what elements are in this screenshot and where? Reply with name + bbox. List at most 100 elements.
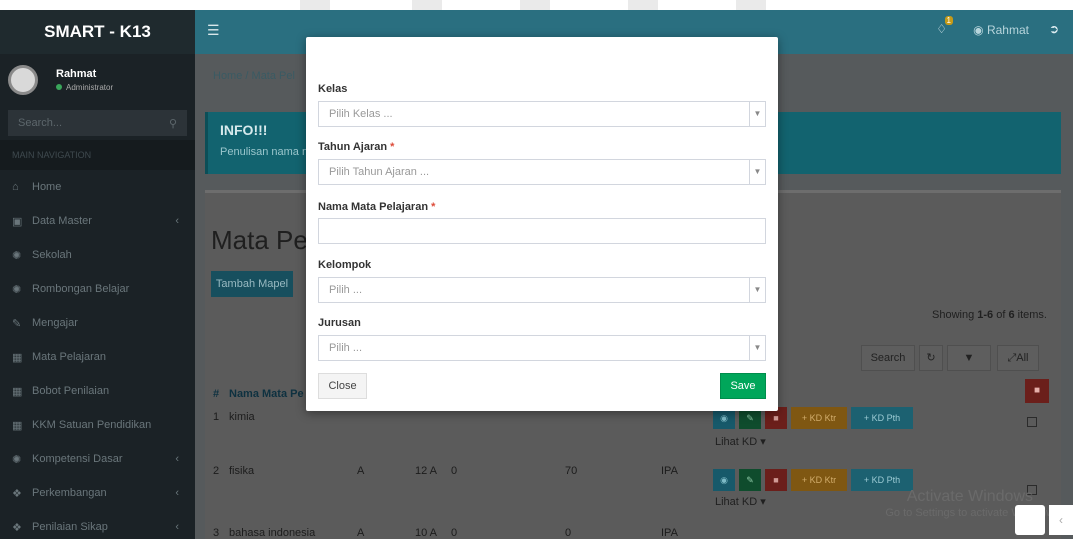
sidebar-search-input[interactable]: Search... ⚲: [8, 110, 187, 136]
strip-block: [300, 0, 330, 10]
row-checkbox[interactable]: [1027, 417, 1037, 427]
sidebar-user-name: Rahmat: [56, 68, 97, 80]
sidebar-item-kkm[interactable]: ▦ KKM Satuan Pendidikan: [0, 408, 195, 442]
row-name: kimia: [229, 411, 255, 423]
trash-icon[interactable]: ■: [765, 469, 787, 491]
show-all-button[interactable]: ⤢All: [997, 345, 1039, 371]
tahun-ajaran-select[interactable]: Pilih Tahun Ajaran ... ▼: [318, 159, 766, 185]
search-icon[interactable]: ⚲: [169, 117, 177, 130]
header-user-name: Rahmat: [986, 23, 1029, 37]
sidebar-item-sekolah[interactable]: ✺ Sekolah: [0, 238, 195, 272]
sidebar-item-label: Bobot Penilaian: [32, 385, 110, 397]
add-kd-pth-button[interactable]: + KD Pth: [851, 469, 913, 491]
search-placeholder: Search...: [18, 117, 63, 129]
strip-block: [520, 0, 550, 10]
sidebar-item-data-master[interactable]: ▣ Data Master ‹: [0, 204, 195, 238]
view-icon[interactable]: ◉: [713, 469, 735, 491]
export-icon[interactable]: ▼: [947, 345, 991, 371]
grid-search-button[interactable]: Search: [861, 345, 915, 371]
add-mapel-button[interactable]: Tambah Mapel: [211, 271, 293, 297]
edit-icon[interactable]: ✎: [739, 469, 761, 491]
logout-icon[interactable]: ➲: [1049, 22, 1059, 36]
nama-label-text: Nama Mata Pelajaran: [318, 201, 429, 213]
save-button[interactable]: Save: [720, 373, 766, 399]
sidebar-item-label: Mengajar: [32, 317, 78, 329]
gear-icon: ✺: [12, 283, 22, 296]
user-circle-icon: ◉: [973, 23, 984, 37]
sidebar-item-label: Kompetensi Dasar: [32, 453, 123, 465]
showing-suffix: items.: [1014, 309, 1047, 321]
kelas-select[interactable]: Pilih Kelas ... ▼: [318, 101, 766, 127]
sidebar-item-label: Penilaian Sikap: [32, 521, 108, 533]
kelompok-select[interactable]: Pilih ... ▼: [318, 277, 766, 303]
notification-badge: 1: [944, 16, 953, 25]
chevron-left-icon: ‹: [175, 453, 179, 465]
sidebar-item-label: Mata Pelajaran: [32, 351, 106, 363]
showing-summary: Showing 1-6 of 6 items.: [932, 309, 1047, 321]
row-nilai: 0: [451, 465, 458, 477]
col-header-name[interactable]: Nama Mata Pe: [229, 388, 304, 400]
strip-block: [628, 0, 658, 10]
kelompok-label: Kelompok: [318, 259, 372, 271]
browser-top-strip: [0, 0, 1073, 10]
refresh-icon[interactable]: ↻: [919, 345, 943, 371]
sidebar-item-mengajar[interactable]: ✎ Mengajar: [0, 306, 195, 340]
user-role: Administrator: [66, 83, 114, 92]
yii-debug-logo-icon[interactable]: [1015, 505, 1045, 535]
breadcrumb-home-link[interactable]: Home: [213, 70, 242, 82]
brand-logo[interactable]: SMART - K13: [0, 10, 195, 54]
sidebar-item-bobot-penilaian[interactable]: ▦ Bobot Penilaian: [0, 374, 195, 408]
add-kd-pth-button[interactable]: + KD Pth: [851, 407, 913, 429]
stats-icon: ❖: [12, 521, 22, 534]
sidebar-item-kompetensi-dasar[interactable]: ✺ Kompetensi Dasar ‹: [0, 442, 195, 476]
table-icon: ▦: [12, 351, 23, 364]
breadcrumb: Home / Mata Pel: [213, 70, 295, 82]
chevron-left-icon[interactable]: ‹: [1049, 505, 1073, 535]
lihat-kd-dropdown[interactable]: Lihat KD ▾: [715, 495, 766, 508]
row-num: 3: [213, 527, 220, 539]
tahun-label: Tahun Ajaran *: [318, 141, 394, 153]
sidebar-item-mata-pelajaran[interactable]: ▦ Mata Pelajaran: [0, 340, 195, 374]
expand-icon: ⤢: [1007, 352, 1017, 364]
header-user-menu[interactable]: ◉ Rahmat: [973, 23, 1029, 37]
sidebar-item-rombongan-belajar[interactable]: ✺ Rombongan Belajar: [0, 272, 195, 306]
strip-block: [736, 0, 766, 10]
showing-range: 1-6: [977, 309, 994, 321]
breadcrumb-current: Mata Pel: [251, 70, 295, 82]
showing-mid: of: [993, 309, 1009, 321]
close-button[interactable]: Close: [318, 373, 367, 399]
edit-icon: ✎: [12, 317, 22, 330]
row-num: 1: [213, 411, 220, 423]
row-nilai: 0: [451, 527, 458, 539]
sidebar-item-label: Home: [32, 181, 62, 193]
sidebar-item-home[interactable]: ⌂ Home: [0, 170, 195, 204]
sidebar-item-perkembangan[interactable]: ❖ Perkembangan ‹: [0, 476, 195, 510]
gear-icon: ✺: [12, 453, 22, 466]
chevron-down-icon: ▼: [749, 278, 765, 302]
sidebar-item-penilaian-sikap[interactable]: ❖ Penilaian Sikap ‹: [0, 510, 195, 539]
sidebar-item-label: Perkembangan: [32, 487, 107, 499]
sidebar-item-label: Sekolah: [32, 249, 72, 261]
sidebar-item-label: Data Master: [32, 215, 92, 227]
table-icon: ▦: [12, 385, 23, 398]
page-title: Mata Pel: [211, 225, 314, 255]
table-row: 1 kimia ◉ ✎ ■ + KD Ktr + KD Pth Lihat KD…: [205, 407, 1061, 459]
gear-icon: ✺: [12, 249, 22, 262]
row-name: bahasa indonesia: [229, 527, 316, 539]
lihat-kd-dropdown[interactable]: Lihat KD ▾: [715, 435, 766, 448]
add-kd-ktr-button[interactable]: + KD Ktr: [791, 407, 847, 429]
row-kkm: 0: [565, 527, 572, 539]
jurusan-select[interactable]: Pilih ... ▼: [318, 335, 766, 361]
row-jurusan: IPA: [661, 527, 678, 539]
info-text: Penulisan nama n: [220, 146, 309, 158]
sidebar-item-label: KKM Satuan Pendidikan: [32, 419, 152, 431]
chevron-left-icon: ‹: [175, 215, 179, 227]
add-kd-ktr-button[interactable]: + KD Ktr: [791, 469, 847, 491]
bulk-delete-button[interactable]: ■: [1025, 379, 1049, 403]
nama-mapel-input[interactable]: [318, 218, 766, 244]
kelas-label: Kelas: [318, 83, 348, 95]
hamburger-menu-icon[interactable]: ☰: [207, 22, 220, 39]
activate-windows-title: Activate Windows: [906, 488, 1033, 505]
nama-label: Nama Mata Pelajaran *: [318, 201, 435, 213]
chevron-down-icon: ▼: [749, 336, 765, 360]
